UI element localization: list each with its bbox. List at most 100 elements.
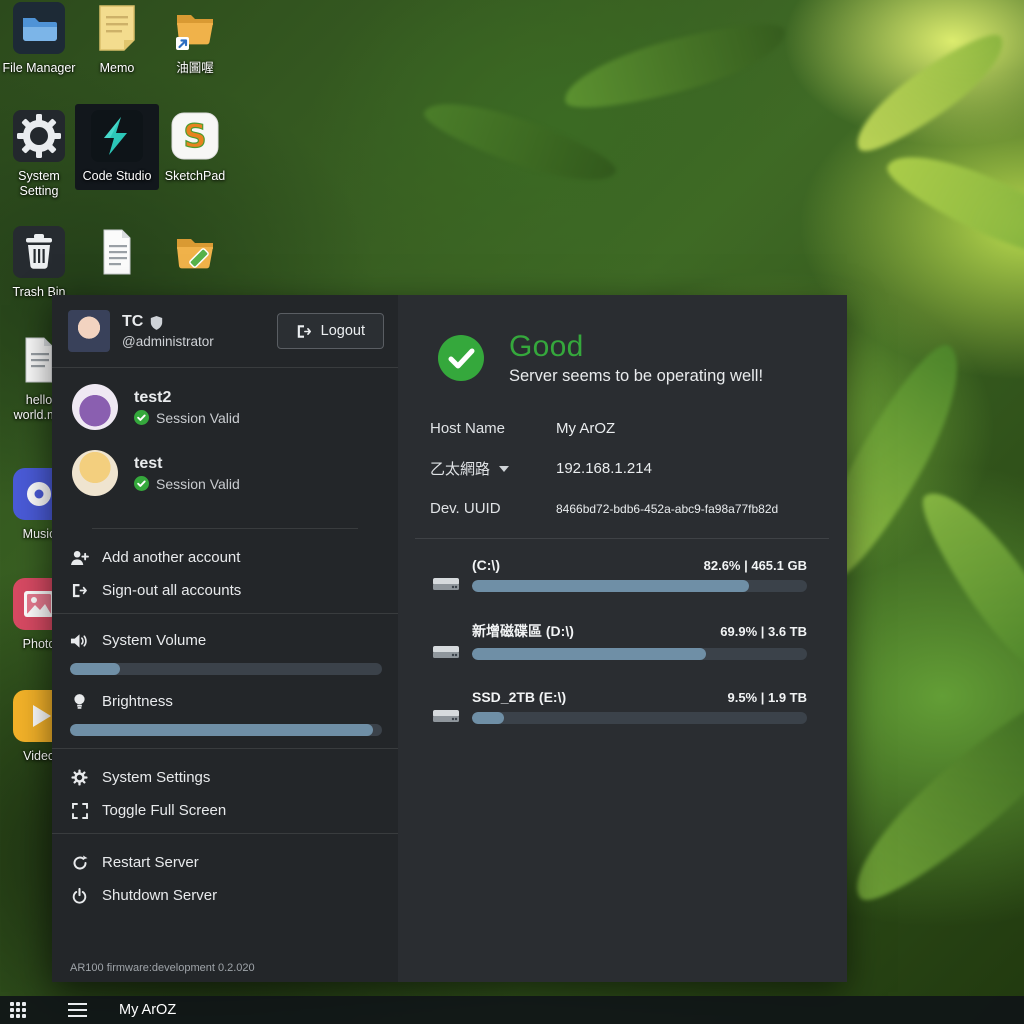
disk-usage-fill <box>472 712 504 724</box>
disk-name: SSD_2TB (E:\) <box>472 689 566 705</box>
account-name: test2 <box>134 389 240 407</box>
desktop-icon-shortcut-folder[interactable]: 油圖喔 <box>153 0 237 82</box>
desktop-icon-document[interactable] <box>75 220 159 291</box>
add-account-label: Add another account <box>102 549 240 566</box>
disk-row-e: SSD_2TB (E:\) 9.5% | 1.9 TB <box>433 689 807 724</box>
hard-drive-icon <box>433 705 459 724</box>
user-name: TC <box>122 313 143 331</box>
icon-label: Music <box>23 527 56 542</box>
memo-icon <box>91 2 143 54</box>
uuid-label: Dev. UUID <box>430 500 556 517</box>
system-volume-slider[interactable] <box>70 663 382 675</box>
desktop-icon-folder-edit[interactable] <box>153 220 237 291</box>
account-avatar <box>72 450 118 496</box>
check-circle-icon <box>134 476 149 491</box>
volume-label: System Volume <box>102 632 206 649</box>
session-status: Session Valid <box>156 476 240 492</box>
gear-icon <box>13 110 65 162</box>
file-manager-icon <box>13 2 65 54</box>
add-account-button[interactable]: Add another account <box>70 541 382 574</box>
server-status-subtitle: Server seems to be operating well! <box>509 367 763 386</box>
shutdown-server-button[interactable]: Shutdown Server <box>70 879 382 912</box>
desktop-icon-memo[interactable]: Memo <box>75 0 159 82</box>
brightness-bulb-icon <box>70 693 89 710</box>
desktop-icon-code-studio[interactable]: Code Studio <box>75 104 159 190</box>
taskbar-title: My ArOZ <box>119 1002 176 1018</box>
status-ok-icon <box>438 335 484 381</box>
check-circle-icon <box>134 410 149 425</box>
account-row-test[interactable]: test Session Valid <box>72 450 382 496</box>
disk-usage: 82.6% | 465.1 GB <box>704 558 807 573</box>
speaker-icon <box>70 633 89 649</box>
restart-icon <box>70 855 89 871</box>
svg-text:S: S <box>183 117 206 155</box>
brightness-slider[interactable] <box>70 724 382 736</box>
account-avatar <box>72 384 118 430</box>
icon-label: 油圖喔 <box>176 61 214 76</box>
uuid-row: Dev. UUID 8466bd72-bdb6-452a-abc9-fa98a7… <box>430 500 807 517</box>
desktop-icon-file-manager[interactable]: File Manager <box>0 0 81 82</box>
hard-drive-icon <box>433 573 459 592</box>
shutdown-server-label: Shutdown Server <box>102 887 217 904</box>
disk-row-c: (C:\) 82.6% | 465.1 GB <box>433 557 807 592</box>
logout-label: Logout <box>321 323 365 339</box>
shield-icon <box>150 315 163 330</box>
session-status: Session Valid <box>156 410 240 426</box>
disk-usage-bar <box>472 712 807 724</box>
disk-usage-fill <box>472 580 749 592</box>
volume-slider-fill <box>70 663 120 675</box>
server-status-title: Good <box>509 330 763 364</box>
icon-label: Photo <box>23 637 56 652</box>
folder-edit-icon <box>169 226 221 278</box>
system-settings-label: System Settings <box>102 769 210 786</box>
hostname-row: Host Name My ArOZ <box>430 420 807 437</box>
brightness-label: Brightness <box>102 693 173 710</box>
system-settings-button[interactable]: System Settings <box>70 761 382 794</box>
fullscreen-icon <box>70 803 89 819</box>
disk-row-d: 新增磁碟區 (D:\) 69.9% | 3.6 TB <box>433 621 807 660</box>
signout-all-button[interactable]: Sign-out all accounts <box>70 574 382 607</box>
disk-usage-bar <box>472 580 807 592</box>
desktop-icon-trash-bin[interactable]: Trash Bin <box>0 220 81 306</box>
hard-drive-icon <box>433 641 459 660</box>
icon-label: Memo <box>100 61 135 76</box>
network-dropdown[interactable]: 乙太網路 <box>430 458 556 479</box>
server-status-panel: Good Server seems to be operating well! … <box>398 295 847 982</box>
desktop: File Manager Memo 油圖喔 <box>0 0 1024 1024</box>
user-header: TC @administrator Logout <box>52 295 398 367</box>
brightness-slider-fill <box>70 724 373 736</box>
firmware-version: AR100 firmware:development 0.2.020 <box>52 954 398 982</box>
logout-button[interactable]: Logout <box>277 313 384 349</box>
icon-label: Code Studio <box>83 169 152 184</box>
account-row-test2[interactable]: test2 Session Valid <box>72 384 382 430</box>
disk-usage: 9.5% | 1.9 TB <box>727 690 807 705</box>
toggle-fullscreen-label: Toggle Full Screen <box>102 802 226 819</box>
user-handle: @administrator <box>122 334 214 349</box>
hostname-label: Host Name <box>430 420 556 437</box>
logout-icon <box>296 324 312 339</box>
gear-icon <box>70 769 89 786</box>
disk-list: (C:\) 82.6% | 465.1 GB <box>398 539 847 724</box>
chevron-down-icon <box>499 466 509 472</box>
desktop-icon-sketchpad[interactable]: S SketchPad <box>153 104 237 190</box>
trash-icon <box>13 226 65 278</box>
network-row: 乙太網路 192.168.1.214 <box>430 458 807 479</box>
disk-usage: 69.9% | 3.6 TB <box>720 624 807 639</box>
hostname-value: My ArOZ <box>556 420 615 437</box>
ip-address-value: 192.168.1.214 <box>556 460 652 477</box>
uuid-value: 8466bd72-bdb6-452a-abc9-fa98a77fb82d <box>556 502 778 516</box>
app-launcher-button[interactable] <box>10 1002 26 1018</box>
disk-usage-bar <box>472 648 807 660</box>
disk-name: (C:\) <box>472 557 500 573</box>
user-avatar <box>68 310 110 352</box>
toggle-fullscreen-button[interactable]: Toggle Full Screen <box>70 794 382 827</box>
icon-label: System Setting <box>0 169 79 199</box>
menu-button[interactable] <box>68 1003 87 1017</box>
signout-all-label: Sign-out all accounts <box>102 582 241 599</box>
code-studio-icon <box>91 110 143 162</box>
user-panel: TC @administrator Logout <box>52 295 398 982</box>
desktop-icon-system-setting[interactable]: System Setting <box>0 104 81 205</box>
restart-server-button[interactable]: Restart Server <box>70 846 382 879</box>
disk-name: 新增磁碟區 (D:\) <box>472 621 574 641</box>
restart-server-label: Restart Server <box>102 854 199 871</box>
